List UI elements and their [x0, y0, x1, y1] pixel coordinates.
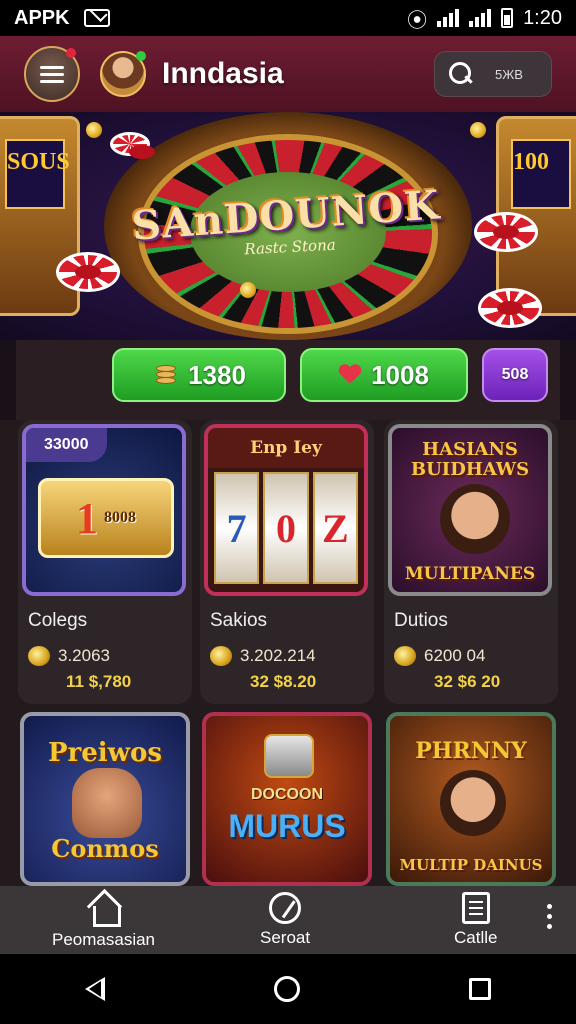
reel: Z [312, 472, 358, 584]
coin-icon [86, 122, 102, 138]
game-title-top: DOCOON [251, 786, 323, 803]
nav-item-search[interactable]: Seroat [260, 892, 310, 948]
game-stat-players: 6200 04 [394, 646, 485, 666]
search-button[interactable]: 5ЖВ [434, 51, 552, 97]
signal-icon-2 [469, 9, 492, 27]
gold-coins-icon [28, 646, 50, 666]
hearts-balance[interactable]: 1008 [300, 348, 468, 402]
reel: 7 [214, 472, 260, 584]
search-icon [449, 62, 473, 86]
game-name: Colegs [28, 610, 88, 631]
nav-item-home[interactable]: Peomasasian [52, 892, 155, 950]
character-art [72, 768, 142, 838]
app-header: Inndasia 5ЖВ [0, 36, 576, 112]
game-title-top: Preiwos [47, 738, 163, 768]
nav-label: Peomasasian [52, 930, 156, 949]
recents-icon[interactable] [469, 978, 492, 1000]
jackpot-tag: 33000 [26, 428, 107, 462]
home-icon [87, 892, 121, 927]
casino-chip-icon [474, 212, 538, 252]
jackpot-jar-icon [264, 734, 314, 778]
document-icon [461, 892, 490, 924]
coins-balance-value: 1380 [188, 359, 246, 390]
search-hint: 5ЖВ [495, 66, 523, 82]
app-screen: APPK ⦿ 1:20 Inndasia 5ЖВ SOUS 100 SAnDOU… [0, 0, 576, 1024]
game-card-murus[interactable]: DOCOON MURUS [202, 712, 372, 886]
game-card-multip[interactable]: PHRNNY MULTIP DAINUS [386, 712, 556, 886]
game-name: Dutios [394, 610, 448, 631]
heart-icon [339, 365, 361, 385]
game-stat-prize: 11 $,780 [66, 672, 132, 691]
game-card[interactable]: HASIANS BUIDHAWS MULTIPANES Dutios 6200 … [384, 420, 558, 704]
game-card[interactable]: Enp Iey 7 0 Z Sakios 3.202.214 32 $8.20 [200, 420, 374, 704]
menu-icon [40, 65, 64, 69]
gems-balance-value: 508 [501, 366, 529, 383]
game-thumbnail: HASIANS BUIDHAWS MULTIPANES [388, 424, 552, 596]
app-title: Inndasia [162, 57, 284, 90]
chip-icon [269, 892, 302, 924]
slot-header: Enp Iey [208, 428, 364, 468]
nav-item-catalog[interactable]: Catlle [454, 892, 497, 948]
games-grid: 33000 1 8008 Colegs 3.2063 11 $,780 Enp … [0, 420, 576, 886]
nav-label: Seroat [260, 928, 311, 947]
nav-label: Catlle [454, 928, 498, 947]
game-thumbnail: 33000 1 8008 [22, 424, 186, 596]
system-navigation-bar [0, 954, 576, 1024]
avatar[interactable] [100, 51, 146, 97]
notification-dot [66, 48, 76, 58]
hero-banner[interactable]: SOUS 100 SAnDOUNOK Rastc Stona [0, 112, 576, 340]
gold-coins-icon [210, 646, 232, 666]
coin-icon [470, 122, 486, 138]
game-thumbnail: Enp Iey 7 0 Z [204, 424, 368, 596]
gold-coins-icon [394, 646, 416, 666]
game-stat-players: 3.202.214 [210, 646, 316, 666]
status-time: 1:20 [523, 6, 562, 29]
home-button-icon[interactable] [273, 976, 300, 1002]
mail-icon [83, 9, 110, 27]
back-icon[interactable] [84, 977, 105, 1001]
coins-balance[interactable]: 1380 [112, 348, 286, 402]
signal-icon [437, 9, 460, 27]
menu-button[interactable] [24, 46, 80, 102]
game-stat-prize: 32 $8.20 [250, 672, 317, 691]
game-art: 1 8008 [38, 478, 174, 558]
hearts-balance-value: 1008 [371, 359, 429, 390]
character-art [440, 484, 510, 554]
more-options-icon[interactable] [547, 904, 552, 929]
game-title-bottom: Conmos [51, 834, 159, 863]
coins-icon [152, 363, 178, 387]
game-title-top: PHRNNY [415, 738, 527, 764]
gems-balance[interactable]: 508 [482, 348, 548, 402]
casino-chip-icon [56, 252, 120, 292]
online-indicator [136, 51, 146, 61]
character-art [440, 770, 506, 836]
balance-row: 1380 1008 508 [16, 340, 560, 420]
game-stat-prize: 32 $6 20 [434, 672, 501, 691]
coin-icon [240, 282, 256, 298]
game-name: Sakios [210, 610, 268, 631]
wifi-icon: ⦿ [407, 9, 428, 32]
bottom-navigation: Peomasasian Seroat Catlle [0, 886, 576, 954]
game-card[interactable]: 33000 1 8008 Colegs 3.2063 11 $,780 [18, 420, 192, 704]
game-title-bottom: MURUS [228, 808, 346, 844]
game-card-preiwos[interactable]: Preiwos Conmos [20, 712, 190, 886]
status-app-label: APPK [14, 6, 70, 29]
battery-icon [501, 8, 514, 28]
reel: 0 [263, 472, 309, 584]
casino-chip-icon [110, 132, 155, 159]
game-stat-players: 3.2063 [28, 646, 110, 666]
poster-footer: MULTIPANES [404, 564, 536, 584]
game-title-bottom: MULTIP DAINUS [399, 856, 543, 874]
status-bar: APPK ⦿ 1:20 [0, 0, 576, 36]
slot-reels: 7 0 Z [214, 472, 358, 584]
casino-chip-icon [478, 288, 542, 328]
poster-title: HASIANS BUIDHAWS [410, 439, 530, 480]
